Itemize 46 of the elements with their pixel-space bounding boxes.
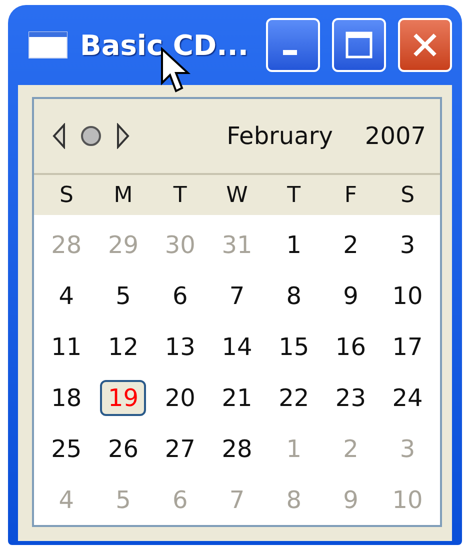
day-cell[interactable]: 7	[214, 278, 260, 314]
today-button[interactable]	[80, 125, 102, 147]
day-cell[interactable]: 14	[214, 328, 260, 364]
minimize-icon	[283, 50, 297, 54]
maximize-button[interactable]	[332, 18, 386, 72]
month-label: February	[226, 122, 333, 150]
close-button[interactable]	[398, 18, 452, 72]
weekday-label: T	[287, 182, 301, 208]
day-cell[interactable]: 22	[270, 380, 317, 416]
day-cell[interactable]: 9	[328, 278, 374, 314]
day-cell[interactable]: 6	[157, 278, 204, 314]
weekday-label: M	[114, 182, 133, 208]
next-month-button[interactable]	[116, 123, 130, 149]
previous-month-button[interactable]	[52, 123, 66, 149]
day-cell[interactable]: 8	[270, 278, 317, 314]
year-label: 2007	[364, 122, 426, 150]
day-cell[interactable]: 21	[214, 380, 260, 416]
weekday-label: T	[173, 182, 187, 208]
day-cell[interactable]: 18	[43, 380, 90, 416]
day-cell[interactable]: 10	[384, 278, 431, 314]
weekday-label: F	[344, 182, 358, 208]
day-cell[interactable]: 11	[43, 328, 90, 364]
day-cell[interactable]: 1	[270, 226, 317, 262]
day-cell[interactable]: 12	[100, 328, 146, 364]
day-cell[interactable]: 23	[328, 380, 374, 416]
day-cell[interactable]: 16	[328, 328, 374, 364]
day-cell[interactable]: 13	[157, 328, 204, 364]
minimize-button[interactable]	[266, 18, 320, 72]
weekday-label: S	[400, 182, 415, 208]
day-cell[interactable]: 17	[384, 328, 431, 364]
window-icon	[28, 31, 68, 59]
maximize-icon	[344, 30, 374, 60]
day-cell[interactable]: 2	[328, 226, 374, 262]
day-cell[interactable]: 26	[100, 430, 146, 466]
day-cell[interactable]: 24	[384, 380, 431, 416]
day-cell[interactable]: 20	[157, 380, 204, 416]
day-cell[interactable]: 4	[43, 278, 90, 314]
day-cell[interactable]: 28	[214, 430, 260, 466]
day-cell[interactable]: 25	[43, 430, 90, 466]
weekday-label: S	[59, 182, 74, 208]
day-cell[interactable]: 27	[157, 430, 204, 466]
day-cell[interactable]: 15	[270, 328, 317, 364]
day-cell[interactable]: 5	[100, 278, 146, 314]
day-cell[interactable]: 3	[384, 226, 431, 262]
weekday-label: W	[226, 182, 248, 208]
window-title: Basic CD...	[80, 28, 250, 62]
